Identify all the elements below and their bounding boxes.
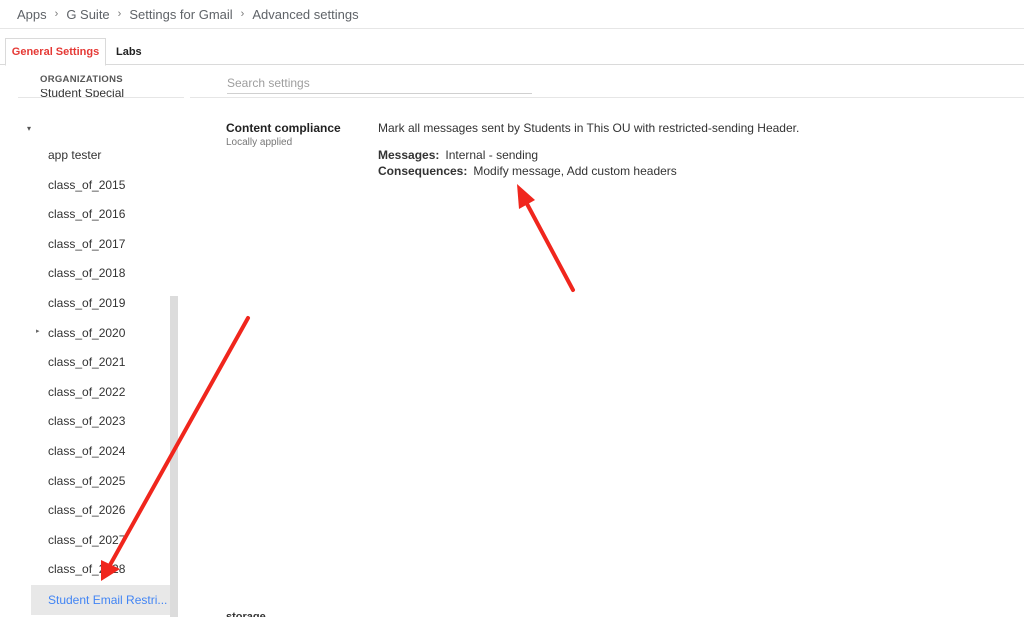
tab-labs[interactable]: Labs xyxy=(116,38,142,65)
org-item-label: class_of_2016 xyxy=(48,207,126,222)
org-item-label: class_of_2021 xyxy=(48,355,126,370)
org-item[interactable]: class_of_2023 xyxy=(48,414,125,428)
org-item[interactable]: class_of_2027 xyxy=(48,533,125,547)
breadcrumb-advanced-settings: Advanced settings xyxy=(252,6,359,22)
org-item[interactable]: class_of_2017 xyxy=(48,237,125,251)
org-item-label: class_of_2027 xyxy=(48,532,126,547)
caret-down-icon[interactable]: ▾ xyxy=(27,124,31,133)
chevron-right-icon: › xyxy=(240,8,245,20)
tab-bar: General Settings Labs xyxy=(0,38,1024,66)
breadcrumb-gsuite[interactable]: G Suite xyxy=(66,7,109,22)
org-item-label: class_of_2023 xyxy=(48,414,126,429)
org-item[interactable]: class_of_2018 xyxy=(48,266,125,280)
divider xyxy=(190,97,1024,98)
org-item[interactable]: class_of_2028 xyxy=(48,562,125,576)
org-item[interactable]: class_of_2024 xyxy=(48,444,125,458)
org-item-label: class_of_2025 xyxy=(48,473,126,488)
consequences-label: Consequences: xyxy=(378,164,468,178)
org-item[interactable]: app tester xyxy=(48,148,101,162)
chevron-right-icon: › xyxy=(117,8,122,20)
messages-value: Internal - sending xyxy=(445,148,539,162)
org-item[interactable]: class_of_2016 xyxy=(48,207,125,221)
messages-label: Messages: xyxy=(378,148,440,162)
annotation-arrow-top xyxy=(517,184,575,292)
org-item-label: app tester xyxy=(48,148,102,162)
setting-description: Mark all messages sent by Students in Th… xyxy=(378,121,800,135)
org-item-label: class_of_2028 xyxy=(48,562,126,577)
org-item[interactable]: class_of_2019 xyxy=(48,296,125,310)
caret-right-icon[interactable]: ▸ xyxy=(36,327,40,335)
org-item-label: class_of_2015 xyxy=(48,177,126,192)
breadcrumb-settings-gmail[interactable]: Settings for Gmail xyxy=(129,7,232,22)
organizations-header: ORGANIZATIONS xyxy=(40,74,123,85)
org-item[interactable]: class_of_2021 xyxy=(48,355,125,369)
org-item-cutoff[interactable]: Student Special xyxy=(40,89,124,97)
sidebar-scrollbar[interactable] xyxy=(170,296,178,617)
messages-row: Messages: Internal - sending xyxy=(378,148,538,162)
org-item[interactable]: class_of_2015 xyxy=(48,178,125,192)
setting-subtitle: Locally applied xyxy=(226,137,293,148)
org-item-label: class_of_2022 xyxy=(48,384,126,399)
org-item-label: class_of_2026 xyxy=(48,503,126,518)
org-item[interactable]: ▸ class_of_2020 xyxy=(36,325,126,340)
org-item-label: class_of_2024 xyxy=(48,444,126,458)
divider xyxy=(18,97,184,98)
search-settings-input[interactable] xyxy=(227,72,532,94)
org-item-label: class_of_2018 xyxy=(48,266,126,281)
consequences-value: Modify message, Add custom headers xyxy=(473,164,677,178)
chevron-right-icon: › xyxy=(54,8,59,20)
breadcrumb-apps[interactable]: Apps xyxy=(17,7,47,22)
setting-title: Content compliance xyxy=(226,121,341,135)
breadcrumb: Apps › G Suite › Settings for Gmail › Ad… xyxy=(0,0,1024,29)
org-item-selected[interactable]: Student Email Restri... xyxy=(31,585,178,615)
next-setting-title-cutoff: storage xyxy=(226,611,266,617)
tab-general-settings[interactable]: General Settings xyxy=(5,38,106,66)
org-item-label: class_of_2019 xyxy=(48,296,126,310)
org-item-label: class_of_2020 xyxy=(48,325,126,340)
org-sidebar: ORGANIZATIONS Student Special ▾ app test… xyxy=(0,66,185,617)
org-item[interactable]: class_of_2026 xyxy=(48,503,125,517)
org-item-label: class_of_2017 xyxy=(48,236,126,251)
consequences-row: Consequences: Modify message, Add custom … xyxy=(378,164,677,178)
org-item[interactable]: class_of_2022 xyxy=(48,385,125,399)
org-item[interactable]: class_of_2025 xyxy=(48,474,125,488)
